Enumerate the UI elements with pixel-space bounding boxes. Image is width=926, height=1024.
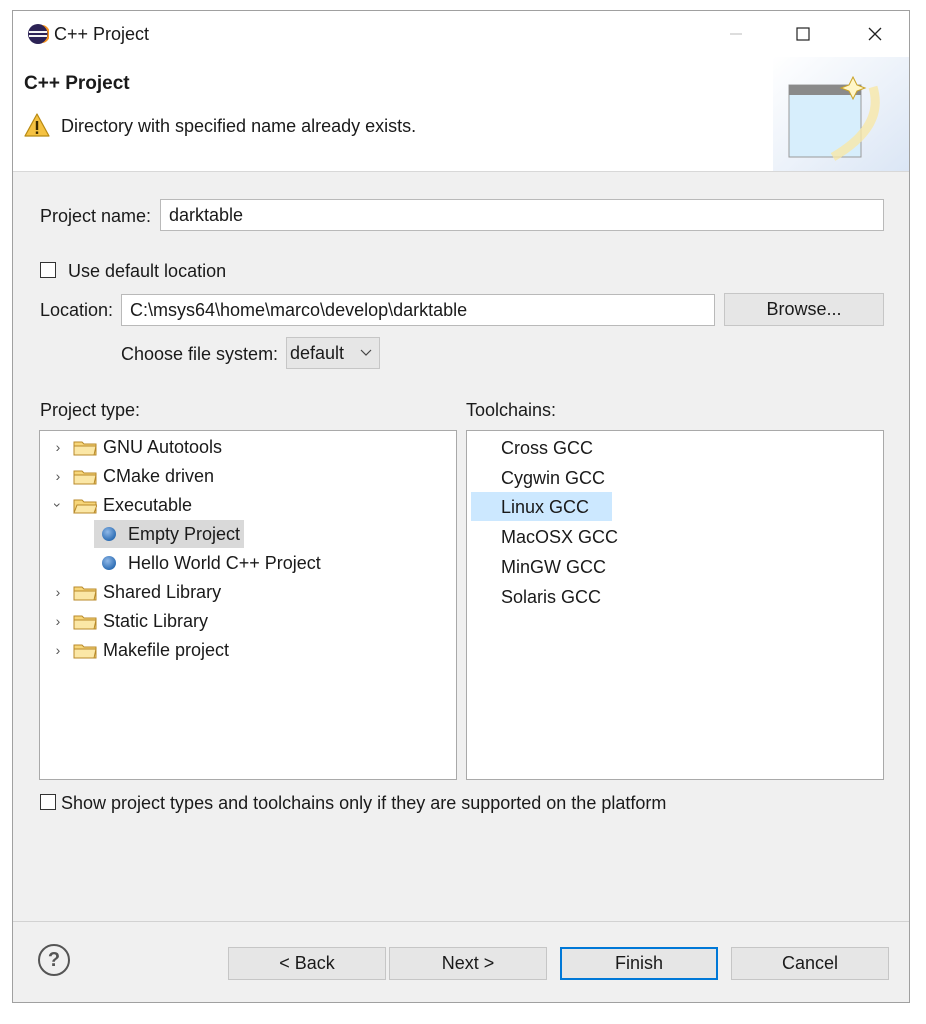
tree-item-hello-world[interactable]: Hello World C++ Project xyxy=(94,549,321,577)
tree-item-makefile-project[interactable]: › Makefile project xyxy=(51,636,229,664)
toolchain-item-cross-gcc[interactable]: Cross GCC xyxy=(501,434,593,462)
toolchain-label: Cross GCC xyxy=(501,437,594,458)
toolchain-item-solaris-gcc[interactable]: Solaris GCC xyxy=(501,583,601,611)
tree-item-label: Shared Library xyxy=(103,581,222,602)
browse-button[interactable]: Browse... xyxy=(724,293,884,326)
file-system-select[interactable]: default xyxy=(286,337,380,369)
project-name-input[interactable]: darktable xyxy=(160,199,884,231)
title-bar: C++ Project xyxy=(13,11,909,57)
toolchain-label: MacOSX GCC xyxy=(501,526,619,547)
tree-item-empty-project[interactable]: Empty Project xyxy=(94,520,245,548)
chevron-down-icon xyxy=(360,349,372,356)
wizard-banner: C++ Project Directory with specified nam… xyxy=(13,57,909,172)
folder-icon xyxy=(73,470,97,485)
toolchain-item-mingw-gcc[interactable]: MinGW GCC xyxy=(501,553,606,581)
chevron-right-icon[interactable]: › xyxy=(51,613,65,629)
help-button[interactable]: ? xyxy=(38,944,70,976)
maximize-icon xyxy=(796,27,810,41)
toolchain-item-linux-gcc[interactable]: Linux GCC xyxy=(501,493,589,521)
file-system-value: default xyxy=(290,342,345,363)
banner-title: C++ Project xyxy=(24,73,130,94)
help-icon: ? xyxy=(47,948,61,971)
project-name-label: Project name: xyxy=(40,206,152,226)
toolchain-label: Solaris GCC xyxy=(501,586,602,607)
close-button[interactable] xyxy=(852,11,898,57)
folder-icon xyxy=(73,441,97,456)
cancel-button[interactable]: Cancel xyxy=(731,947,889,980)
chevron-right-icon[interactable]: › xyxy=(51,584,65,600)
toolchain-label: MinGW GCC xyxy=(501,556,606,577)
maximize-button[interactable] xyxy=(780,11,826,57)
chevron-right-icon[interactable]: › xyxy=(51,642,65,658)
toolchain-label: Linux GCC xyxy=(501,496,590,517)
folder-icon xyxy=(73,586,97,601)
tree-item-label: Static Library xyxy=(103,610,209,631)
folder-icon xyxy=(73,615,97,630)
location-input[interactable]: C:\msys64\home\marco\develop\darktable xyxy=(121,294,715,326)
tree-item-label: CMake driven xyxy=(103,465,215,486)
chevron-right-icon[interactable]: › xyxy=(51,468,65,484)
tree-item-shared-library[interactable]: › Shared Library xyxy=(51,578,221,606)
tree-item-executable[interactable]: › Executable xyxy=(50,491,193,519)
file-system-label: Choose file system: xyxy=(121,344,279,364)
use-default-location-label: Use default location xyxy=(68,261,227,281)
back-button-label: < Back xyxy=(279,953,335,973)
browse-button-label: Browse... xyxy=(766,299,842,319)
project-name-value: darktable xyxy=(169,204,244,225)
banner-message: Directory with specified name already ex… xyxy=(61,116,417,136)
toolchain-item-cygwin-gcc[interactable]: Cygwin GCC xyxy=(501,464,605,492)
tree-item-label: GNU Autotools xyxy=(103,436,223,457)
chevron-down-icon[interactable]: › xyxy=(50,498,66,512)
close-icon xyxy=(868,27,882,41)
toolchain-item-macosx-gcc[interactable]: MacOSX GCC xyxy=(501,523,618,551)
minimize-icon xyxy=(730,33,742,35)
tree-item-gnu-autotools[interactable]: › GNU Autotools xyxy=(51,433,222,461)
finish-button-label: Finish xyxy=(614,953,663,973)
location-label: Location: xyxy=(40,300,114,320)
tree-item-label: Makefile project xyxy=(103,639,230,660)
minimize-button[interactable] xyxy=(713,11,759,57)
chevron-right-icon[interactable]: › xyxy=(51,439,65,455)
tree-item-label: Empty Project xyxy=(128,523,241,544)
show-supported-only-label: Show project types and toolchains only i… xyxy=(61,793,667,813)
tree-item-label: Executable xyxy=(103,494,193,515)
back-button[interactable]: < Back xyxy=(228,947,386,980)
next-button-label: Next > xyxy=(441,953,495,973)
tree-item-cmake-driven[interactable]: › CMake driven xyxy=(51,462,214,490)
wizard-banner-icon xyxy=(773,57,909,171)
toolchains-label: Toolchains: xyxy=(466,400,557,420)
folder-open-icon xyxy=(73,499,97,514)
window-title: C++ Project xyxy=(54,24,150,44)
next-button[interactable]: Next > xyxy=(389,947,547,980)
warning-icon xyxy=(24,113,50,137)
project-template-icon xyxy=(102,556,116,570)
footer-divider xyxy=(13,921,909,922)
tree-item-static-library[interactable]: › Static Library xyxy=(51,607,208,635)
use-default-location-checkbox[interactable] xyxy=(40,262,56,278)
cancel-button-label: Cancel xyxy=(781,953,839,973)
folder-icon xyxy=(73,644,97,659)
project-template-icon xyxy=(102,527,116,541)
finish-button[interactable]: Finish xyxy=(560,947,718,980)
show-supported-only-checkbox[interactable] xyxy=(40,794,56,810)
tree-item-label: Hello World C++ Project xyxy=(128,552,321,573)
eclipse-icon xyxy=(28,24,49,44)
project-type-label: Project type: xyxy=(40,400,141,420)
toolchain-label: Cygwin GCC xyxy=(501,467,606,488)
location-value: C:\msys64\home\marco\develop\darktable xyxy=(130,299,468,320)
